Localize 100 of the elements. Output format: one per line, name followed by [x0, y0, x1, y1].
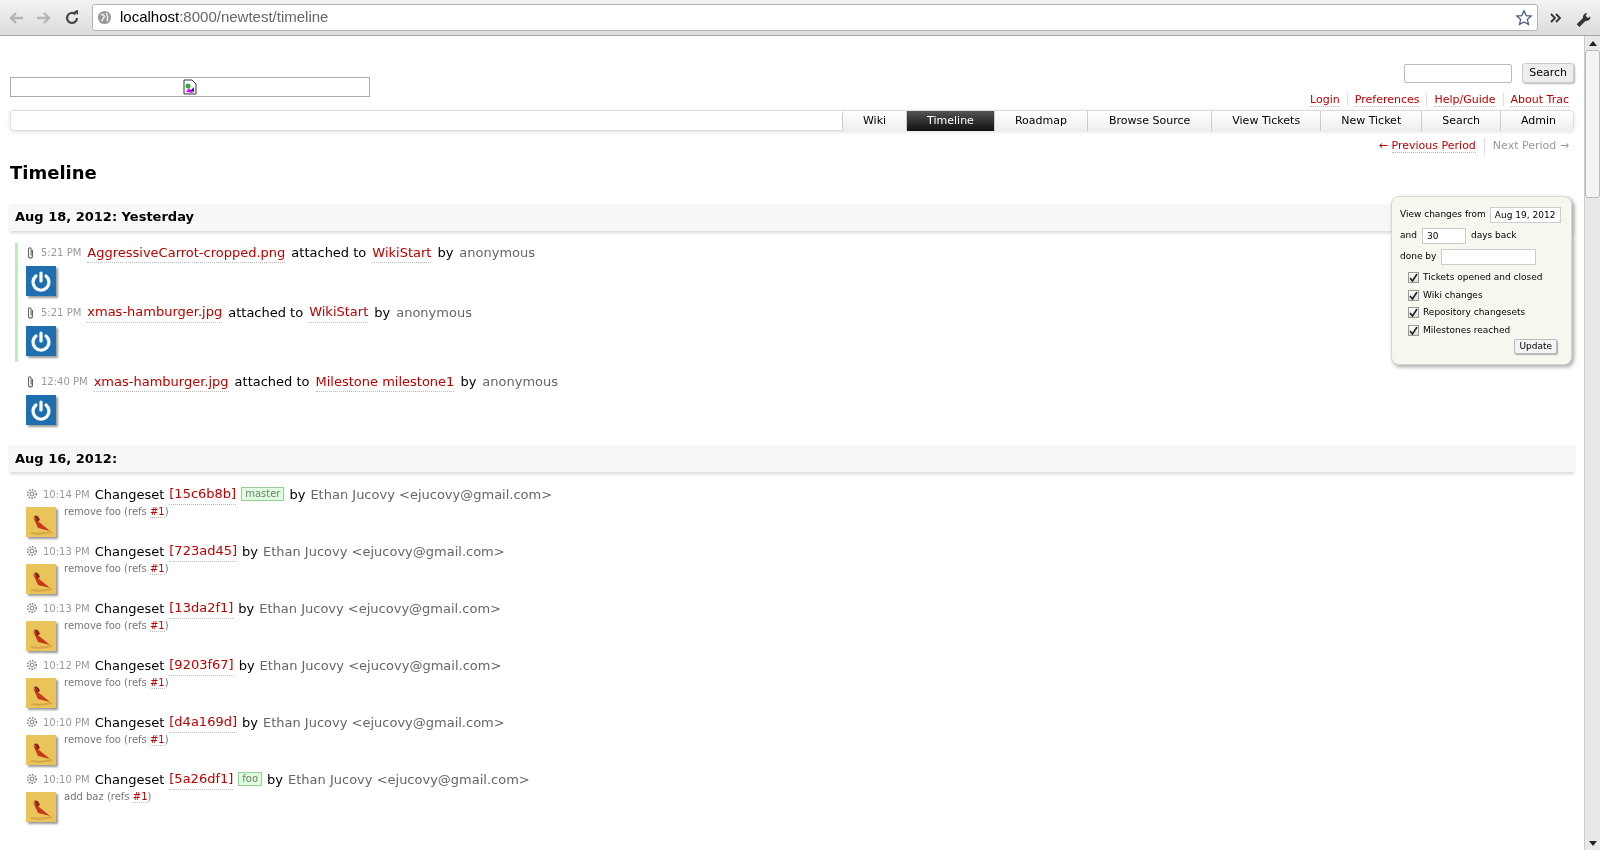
done-by-label: done by — [1400, 250, 1437, 264]
reload-icon[interactable] — [64, 9, 80, 26]
event-time: 5:21 PM — [41, 246, 82, 261]
meta-link[interactable]: Preferences — [1354, 93, 1420, 107]
paperclip-icon — [26, 305, 35, 319]
meta-link[interactable]: Login — [1310, 93, 1340, 107]
nav-tab[interactable]: New Ticket — [1320, 111, 1422, 131]
and-label: and — [1400, 229, 1417, 243]
changeset-link[interactable]: [5a26df1] — [169, 769, 234, 790]
chevrons-icon[interactable] — [1550, 12, 1562, 23]
by-label: by — [242, 713, 258, 732]
ticket-link[interactable]: #1 — [149, 733, 165, 746]
author-name: Ethan Jucovy <ejucovy@gmail.com> — [262, 542, 505, 561]
author-name: anonymous — [459, 244, 536, 262]
author-name: Ethan Jucovy <ejucovy@gmail.com> — [262, 713, 505, 732]
left-arrow-icon: ← — [1378, 139, 1389, 152]
changeset-link[interactable]: [15c6b8b] — [169, 484, 237, 505]
scroll-thumb[interactable] — [1585, 50, 1600, 198]
checkbox-label: Wiki changes — [1423, 288, 1483, 302]
author-name: Ethan Jucovy <ejucovy@gmail.com> — [288, 770, 530, 789]
nav-tab[interactable]: Roadmap — [993, 111, 1087, 131]
author-name: Ethan Jucovy <ejucovy@gmail.com> — [310, 485, 553, 504]
from-date-field[interactable]: Aug 19, 2012 — [1489, 207, 1561, 223]
nav-tab[interactable]: Browse Source — [1086, 111, 1212, 131]
previous-period-link[interactable]: Previous Period — [1391, 139, 1476, 153]
target-link[interactable]: WikiStart — [309, 302, 369, 323]
commit-message: remove foo (refs #1) — [64, 504, 169, 520]
checkbox[interactable] — [1408, 307, 1419, 319]
event-verb: attached to — [228, 303, 304, 322]
gear-icon — [26, 773, 38, 786]
right-arrow-icon: → — [1559, 139, 1569, 152]
days-field[interactable]: 30 — [1421, 228, 1466, 244]
update-button[interactable]: Update — [1514, 339, 1557, 354]
power-icon — [26, 266, 56, 296]
ticket-link[interactable]: #1 — [149, 619, 165, 632]
target-link[interactable]: WikiStart — [372, 242, 432, 263]
url-text: localhost:8000/newtest/timeline — [120, 7, 329, 28]
author-name: Ethan Jucovy <ejucovy@gmail.com> — [259, 599, 501, 618]
event-time: 5:21 PM — [41, 305, 82, 320]
event-type: Changeset — [94, 656, 165, 675]
checkbox[interactable] — [1408, 324, 1419, 336]
event-time: 10:10 PM — [43, 715, 90, 730]
commit-message: remove foo (refs #1) — [64, 675, 169, 691]
search-field[interactable] — [1404, 63, 1513, 83]
gear-icon — [26, 602, 38, 615]
checkbox-label: Repository changesets — [1423, 306, 1526, 319]
event-time: 10:10 PM — [43, 772, 90, 787]
nav-tab[interactable]: Admin — [1500, 111, 1573, 131]
by-label: by — [289, 485, 306, 504]
event-time: 12:40 PM — [41, 375, 88, 390]
attachment-link[interactable]: xmas-hamburger.jpg — [93, 371, 229, 392]
ticket-link[interactable]: #1 — [149, 562, 165, 575]
star-icon[interactable] — [1515, 8, 1533, 27]
ticket-link[interactable]: #1 — [149, 505, 165, 518]
event-type: Changeset — [94, 542, 165, 561]
checkbox-label: Tickets opened and closed — [1423, 271, 1543, 284]
event-verb: attached to — [234, 373, 310, 391]
commit-message: remove foo (refs #1) — [64, 618, 169, 634]
event-type: Changeset — [94, 599, 165, 618]
by-label: by — [242, 542, 258, 561]
gear-icon — [26, 659, 38, 672]
ticket-link[interactable]: #1 — [132, 790, 148, 803]
by-label: by — [374, 303, 391, 322]
days-back-label: days back — [1470, 229, 1517, 243]
changeset-link[interactable]: [13da2f1] — [169, 598, 234, 619]
commit-message: remove foo (refs #1) — [64, 561, 169, 577]
event-time: 10:14 PM — [43, 487, 90, 502]
done-by-field[interactable] — [1441, 249, 1537, 265]
date-header: Aug 16, 2012: — [10, 445, 1574, 472]
scrollbar[interactable] — [1584, 36, 1600, 850]
ticket-link[interactable]: #1 — [149, 676, 165, 689]
paperclip-icon — [26, 375, 35, 389]
commit-message: remove foo (refs #1) — [64, 732, 169, 748]
changeset-link[interactable]: [9203f67] — [169, 655, 234, 676]
nav-tab[interactable]: View Tickets — [1211, 111, 1321, 131]
meta-link[interactable]: Help/Guide — [1434, 93, 1496, 107]
nav-tab[interactable]: Timeline — [906, 111, 994, 131]
broken-image-icon — [183, 79, 197, 95]
target-link[interactable]: Milestone milestone1 — [315, 371, 455, 392]
scroll-up-icon[interactable] — [1588, 40, 1597, 46]
event-time: 10:13 PM — [43, 544, 90, 559]
paperclip-icon — [26, 246, 35, 260]
meta-link[interactable]: About Trac — [1510, 93, 1569, 107]
checkbox[interactable] — [1408, 272, 1419, 284]
event-time: 10:12 PM — [43, 658, 90, 673]
address-bar[interactable]: localhost:8000/newtest/timeline — [92, 4, 1538, 31]
branch-tag: foo — [238, 772, 263, 787]
nav-tab[interactable]: Search — [1421, 111, 1500, 131]
attachment-link[interactable]: xmas-hamburger.jpg — [87, 302, 223, 323]
by-label: by — [238, 599, 255, 618]
search-button[interactable]: Search — [1522, 63, 1574, 83]
scroll-down-icon[interactable] — [1588, 840, 1597, 846]
attachment-link[interactable]: AggressiveCarrot-cropped.png — [87, 242, 286, 263]
nav-tab[interactable]: Wiki — [842, 111, 907, 131]
from-label: View changes from — [1400, 208, 1486, 222]
changeset-link[interactable]: [723ad45] — [169, 541, 237, 562]
checkbox[interactable] — [1408, 289, 1419, 301]
changeset-link[interactable]: [d4a169d] — [169, 712, 237, 733]
gear-icon — [26, 716, 38, 729]
by-label: by — [238, 656, 255, 675]
